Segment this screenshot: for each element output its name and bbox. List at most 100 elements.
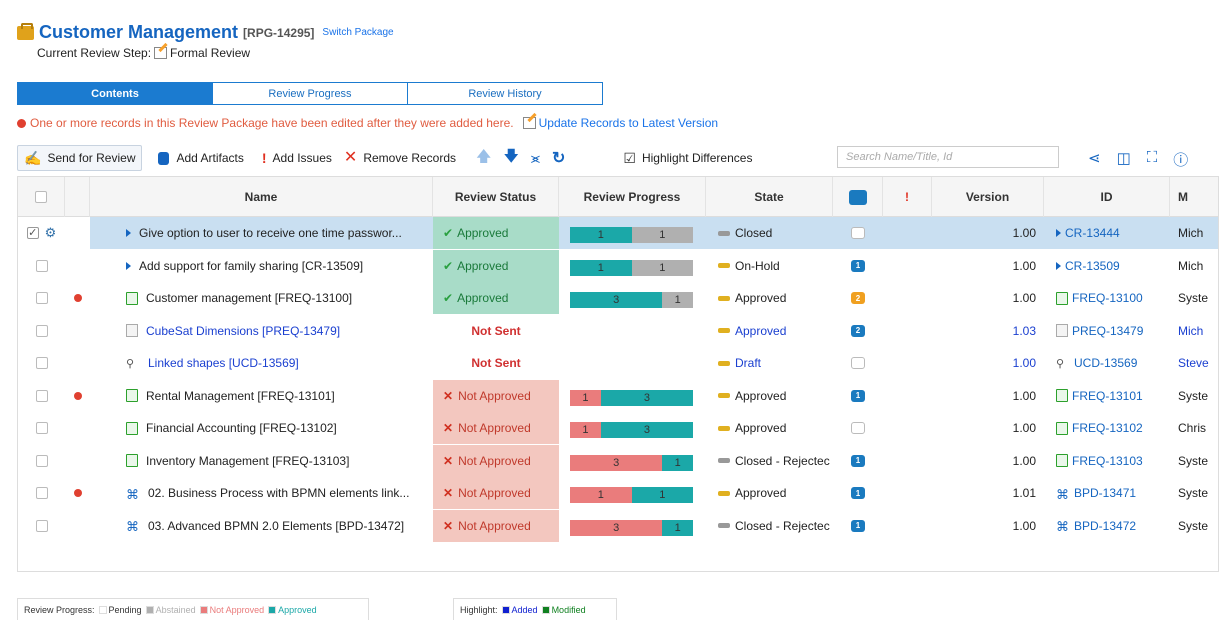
record-name[interactable]: Give option to user to receive one time … xyxy=(139,226,402,240)
header-issues[interactable]: ! xyxy=(883,177,932,217)
comment-icon[interactable]: 2 xyxy=(851,324,865,337)
record-name[interactable]: CubeSat Dimensions [PREQ-13479] xyxy=(146,324,340,338)
row-checkbox[interactable] xyxy=(35,357,48,369)
select-all-header[interactable] xyxy=(18,177,65,217)
record-name[interactable]: Rental Management [FREQ-13101] xyxy=(146,389,335,403)
table-row[interactable]: ⌘ 02. Business Process with BPMN elements… xyxy=(18,477,1218,509)
name-cell[interactable]: ⌘ 02. Business Process with BPMN elements… xyxy=(90,477,433,509)
header-name[interactable]: Name xyxy=(90,177,433,217)
refresh-icon[interactable]: ↻ xyxy=(546,145,571,171)
header-review-progress[interactable]: Review Progress xyxy=(559,177,706,217)
switch-package-link[interactable]: Switch Package xyxy=(322,27,393,38)
table-row[interactable]: CubeSat Dimensions [PREQ-13479] Not Sent A… xyxy=(18,315,1218,347)
name-cell[interactable]: Rental Management [FREQ-13101] xyxy=(90,380,433,412)
record-id[interactable]: FREQ-13101 xyxy=(1072,389,1143,403)
table-row[interactable]: Add support for family sharing [CR-13509… xyxy=(18,249,1218,282)
row-checkbox[interactable] xyxy=(35,324,48,337)
comment-icon[interactable] xyxy=(851,422,865,434)
row-checkbox[interactable] xyxy=(35,487,48,499)
record-name[interactable]: Inventory Management [FREQ-13103] xyxy=(146,454,349,468)
id-cell[interactable]: FREQ-13102 xyxy=(1044,412,1170,444)
id-cell[interactable]: CR-13444 xyxy=(1044,217,1170,249)
header-review-status[interactable]: Review Status xyxy=(433,177,559,217)
row-select-cell[interactable] xyxy=(18,250,65,282)
expand-icon[interactable]: ⛶ xyxy=(1147,149,1158,170)
columns-icon[interactable]: ◫ xyxy=(1117,149,1131,170)
name-cell[interactable]: Inventory Management [FREQ-13103] xyxy=(90,445,433,477)
comments-cell[interactable]: 1 xyxy=(833,477,883,509)
row-select-cell[interactable] xyxy=(18,347,65,379)
remove-records-button[interactable]: ✕ Remove Records xyxy=(338,145,462,171)
id-cell[interactable]: ⌘ BPD-13471 xyxy=(1044,477,1170,509)
comment-icon[interactable] xyxy=(851,357,865,369)
id-cell[interactable]: ⌘ BPD-13472 xyxy=(1044,510,1170,542)
comment-icon[interactable]: 1 xyxy=(851,519,865,532)
select-all-checkbox[interactable] xyxy=(35,191,47,203)
header-state[interactable]: State xyxy=(706,177,833,217)
name-cell[interactable]: ⌘ 03. Advanced BPMN 2.0 Elements [BPD-134… xyxy=(90,510,433,542)
id-cell[interactable]: FREQ-13103 xyxy=(1044,445,1170,477)
record-id[interactable]: CR-13444 xyxy=(1065,226,1120,240)
tab-review-progress[interactable]: Review Progress xyxy=(212,82,408,105)
compare-icon[interactable]: ⪤ xyxy=(525,145,546,171)
name-cell[interactable]: ⚲ Linked shapes [UCD-13569] xyxy=(90,347,433,379)
id-cell[interactable]: FREQ-13100 xyxy=(1044,282,1170,314)
header-id[interactable]: ID xyxy=(1044,177,1170,217)
row-checkbox[interactable] xyxy=(35,389,48,402)
comment-icon[interactable]: 1 xyxy=(851,259,865,272)
comment-icon[interactable]: 2 xyxy=(851,292,865,304)
id-cell[interactable]: CR-13509 xyxy=(1044,250,1170,282)
name-cell[interactable]: Add support for family sharing [CR-13509… xyxy=(90,250,433,282)
row-checkbox[interactable] xyxy=(35,292,48,304)
comments-cell[interactable] xyxy=(833,347,883,379)
record-id[interactable]: PREQ-13479 xyxy=(1072,324,1143,338)
record-name[interactable]: Financial Accounting [FREQ-13102] xyxy=(146,421,337,435)
comment-icon[interactable]: 1 xyxy=(851,487,865,499)
gear-icon[interactable]: ⚙ xyxy=(45,225,57,241)
id-cell[interactable]: PREQ-13479 xyxy=(1044,315,1170,347)
row-checkbox[interactable] xyxy=(35,422,48,434)
comment-icon[interactable] xyxy=(851,227,865,239)
table-row[interactable]: ✓ ⚙ Give option to user to receive one tim… xyxy=(18,217,1218,249)
id-cell[interactable]: ⚲ UCD-13569 xyxy=(1044,347,1170,379)
record-name[interactable]: 03. Advanced BPMN 2.0 Elements [BPD-1347… xyxy=(148,519,404,533)
row-select-cell[interactable] xyxy=(18,445,65,477)
record-name[interactable]: Customer management [FREQ-13100] xyxy=(146,291,352,305)
record-id[interactable]: CR-13509 xyxy=(1065,259,1120,273)
name-cell[interactable]: Give option to user to receive one time … xyxy=(90,217,433,249)
table-row[interactable]: Financial Accounting [FREQ-13102] ✕ Not Ap… xyxy=(18,412,1218,444)
name-cell[interactable]: Customer management [FREQ-13100] xyxy=(90,282,433,314)
comments-cell[interactable]: 2 xyxy=(833,315,883,347)
table-row[interactable]: Inventory Management [FREQ-13103] ✕ Not Ap… xyxy=(18,444,1218,477)
table-row[interactable]: ⚲ Linked shapes [UCD-13569] Not Sent Draft 1… xyxy=(18,347,1218,379)
row-checkbox[interactable]: ✓ xyxy=(26,227,39,239)
row-select-cell[interactable] xyxy=(18,380,65,412)
comments-cell[interactable]: 1 xyxy=(833,250,883,282)
row-select-cell[interactable] xyxy=(18,315,65,347)
add-artifacts-button[interactable]: Add Artifacts xyxy=(152,145,249,171)
move-up-button[interactable]: 🡅 xyxy=(470,145,497,171)
header-owner[interactable]: M xyxy=(1170,177,1218,217)
record-id[interactable]: UCD-13569 xyxy=(1074,356,1137,370)
record-name[interactable]: Add support for family sharing [CR-13509… xyxy=(139,259,363,273)
record-name[interactable]: Linked shapes [UCD-13569] xyxy=(148,356,299,370)
record-id[interactable]: BPD-13471 xyxy=(1074,486,1136,500)
add-issues-button[interactable]: ! Add Issues xyxy=(256,145,338,171)
share-icon[interactable]: ⋖ xyxy=(1088,149,1101,170)
send-for-review-button[interactable]: ✍ Send for Review xyxy=(17,145,143,171)
table-row[interactable]: ⌘ 03. Advanced BPMN 2.0 Elements [BPD-134… xyxy=(18,509,1218,542)
comments-cell[interactable] xyxy=(833,412,883,444)
id-cell[interactable]: FREQ-13101 xyxy=(1044,380,1170,412)
record-id[interactable]: FREQ-13103 xyxy=(1072,454,1143,468)
row-select-cell[interactable]: ✓ ⚙ xyxy=(18,217,65,249)
header-comments[interactable] xyxy=(833,177,883,217)
comment-icon[interactable]: 1 xyxy=(851,454,865,467)
row-select-cell[interactable] xyxy=(18,282,65,314)
search-input[interactable]: Search Name/Title, Id xyxy=(837,146,1059,168)
name-cell[interactable]: CubeSat Dimensions [PREQ-13479] xyxy=(90,315,433,347)
move-down-button[interactable]: 🡇 xyxy=(497,145,524,171)
name-cell[interactable]: Financial Accounting [FREQ-13102] xyxy=(90,412,433,444)
tab-review-history[interactable]: Review History xyxy=(407,82,603,105)
row-select-cell[interactable] xyxy=(18,412,65,444)
row-checkbox[interactable] xyxy=(35,454,48,467)
